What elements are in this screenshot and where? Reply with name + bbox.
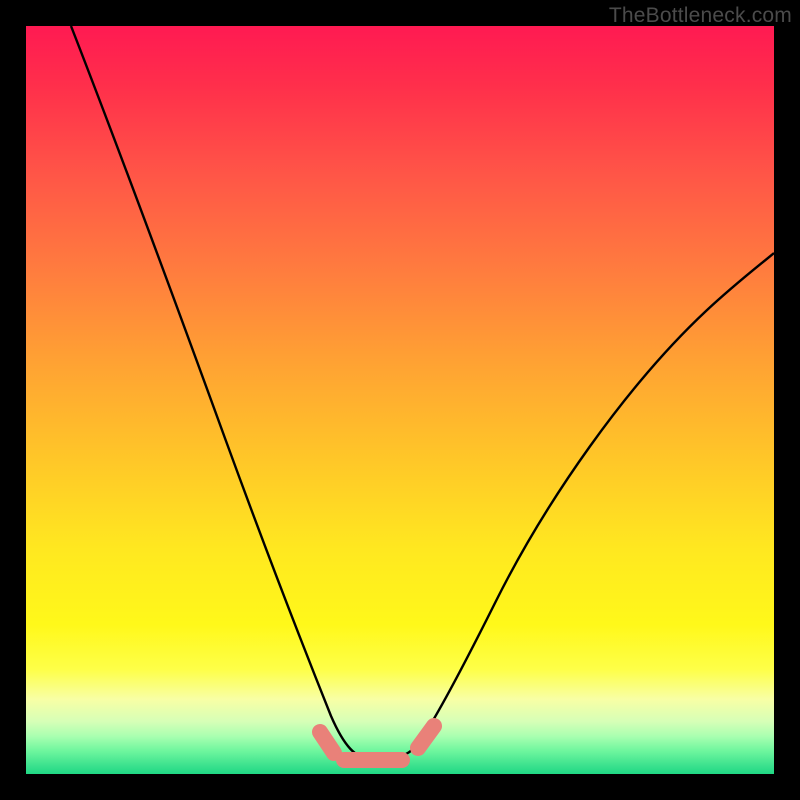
watermark-text: TheBottleneck.com bbox=[609, 4, 792, 28]
curve-layer bbox=[26, 26, 774, 774]
bottleneck-curve bbox=[71, 26, 774, 759]
valley-right-edge-marker bbox=[418, 726, 434, 748]
chart-frame: TheBottleneck.com bbox=[0, 0, 800, 800]
plot-area bbox=[26, 26, 774, 774]
valley-left-edge-marker bbox=[320, 732, 334, 753]
